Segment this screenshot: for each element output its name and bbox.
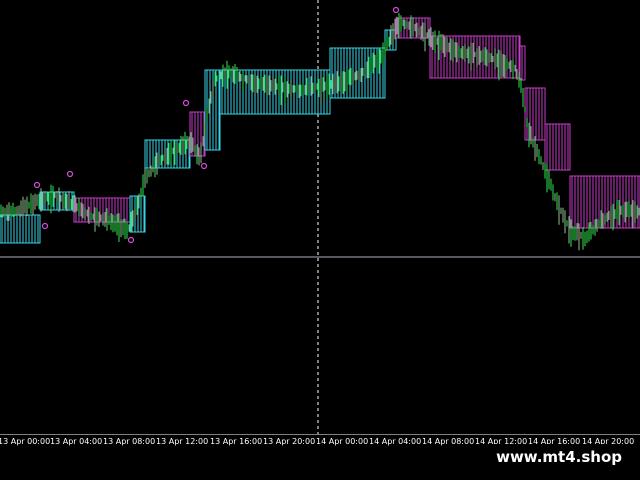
watermark-logo: www.mt4.shop <box>486 444 632 470</box>
time-tick-label: 13 Apr 12:00 <box>156 437 209 446</box>
signal-marker-icon <box>33 181 41 189</box>
signal-marker-icon <box>200 162 208 170</box>
time-tick-label: 14 Apr 04:00 <box>369 437 422 446</box>
signal-marker-icon <box>66 170 74 178</box>
signal-marker-icon <box>41 222 49 230</box>
time-tick-label: 13 Apr 16:00 <box>210 437 263 446</box>
time-tick-label: 13 Apr 08:00 <box>103 437 156 446</box>
time-tick-label: 13 Apr 00:00 <box>0 437 51 446</box>
signal-marker-icon <box>392 6 400 14</box>
candles <box>0 13 640 251</box>
price-chart-area[interactable] <box>0 0 640 434</box>
time-tick-label: 13 Apr 20:00 <box>263 437 316 446</box>
time-tick-label: 14 Apr 00:00 <box>316 437 369 446</box>
signal-marker-icon <box>127 236 135 244</box>
signal-marker-icon <box>182 99 190 107</box>
time-tick-label: 13 Apr 04:00 <box>50 437 103 446</box>
trend-bands <box>0 17 640 244</box>
bear-band-segment <box>544 123 571 171</box>
time-tick-label: 14 Apr 08:00 <box>422 437 475 446</box>
price-chart-svg[interactable] <box>0 0 640 434</box>
